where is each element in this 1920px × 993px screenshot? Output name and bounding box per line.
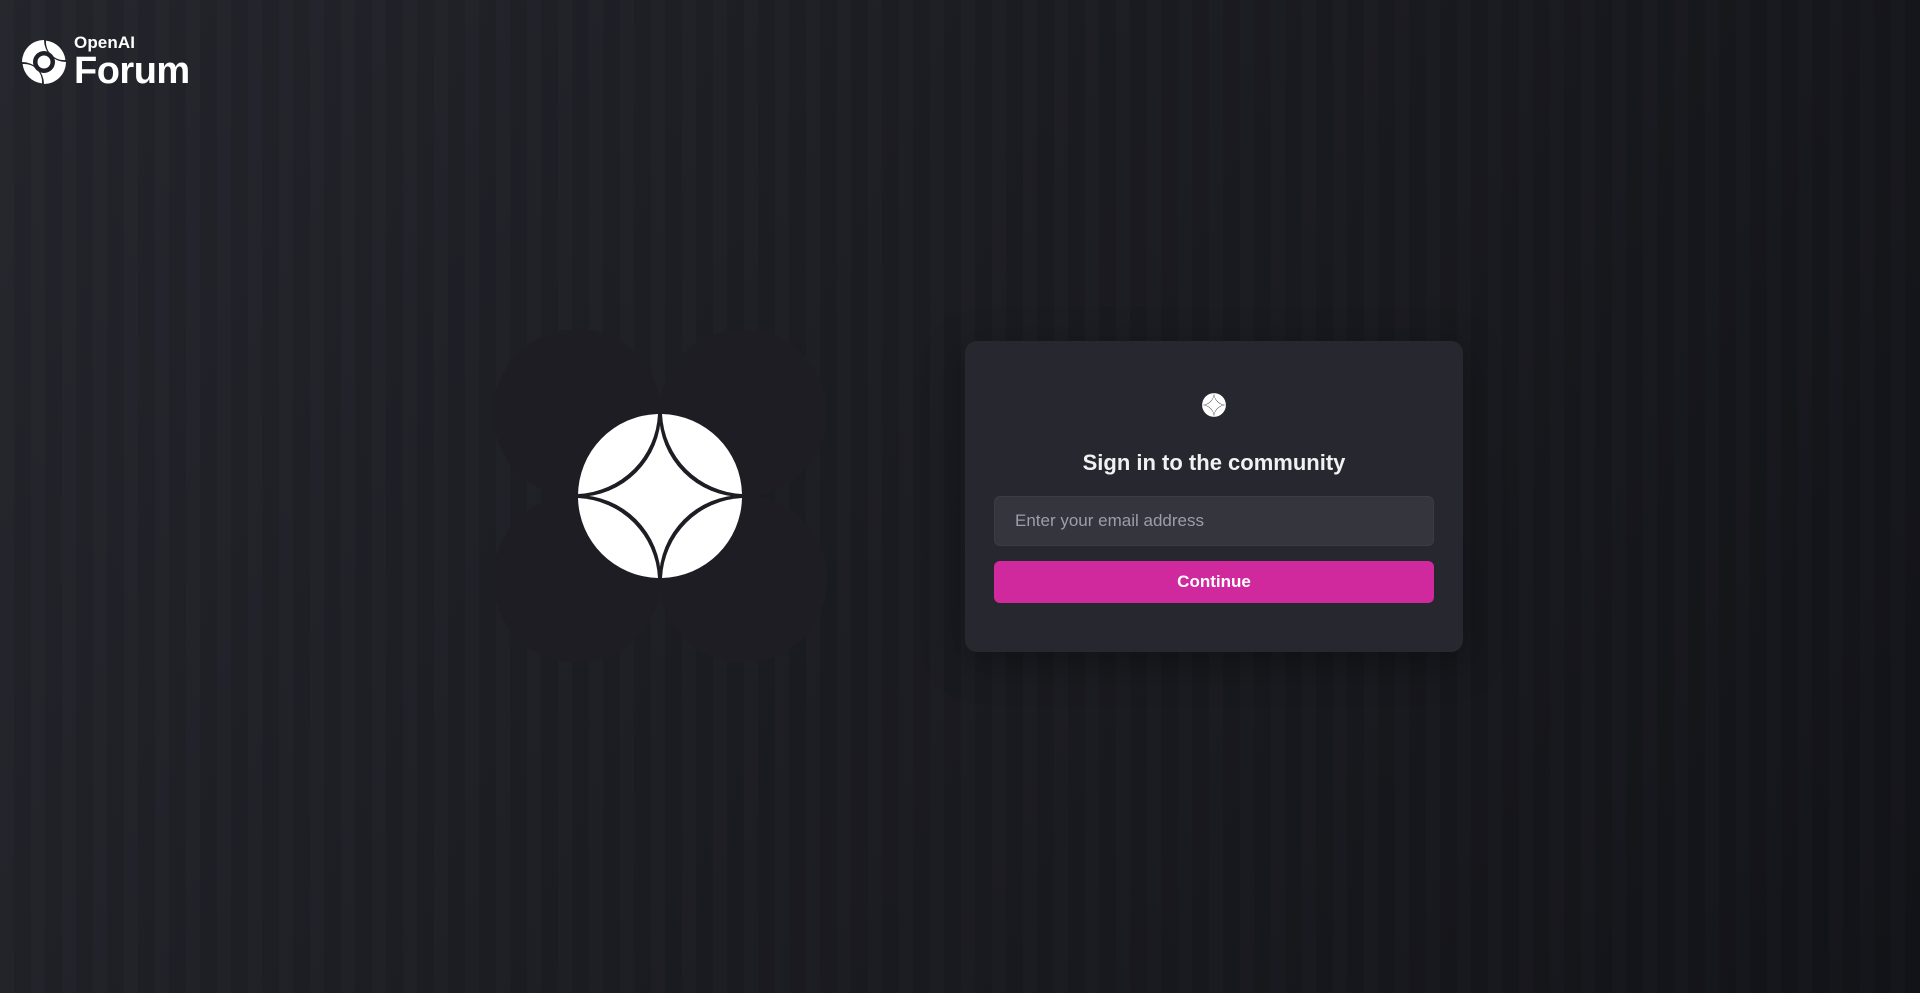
login-card: Sign in to the community Continue <box>965 341 1463 652</box>
login-title: Sign in to the community <box>1082 450 1346 475</box>
openai-forum-logo-icon <box>1201 392 1227 418</box>
hero-emblem <box>494 330 826 662</box>
brand-big-text: Forum <box>74 50 190 92</box>
brand-small-text: OpenAI <box>74 33 136 52</box>
brand-wordmark: OpenAI Forum <box>74 34 190 90</box>
emblem-center-dot <box>633 469 687 523</box>
background-texture <box>0 0 1920 993</box>
openai-forum-logo-icon <box>22 40 66 84</box>
email-input[interactable] <box>994 496 1434 546</box>
openai-forum-emblem-icon <box>494 330 826 662</box>
forum-home-link[interactable]: OpenAI Forum <box>20 34 190 90</box>
continue-button[interactable]: Continue <box>994 561 1434 603</box>
